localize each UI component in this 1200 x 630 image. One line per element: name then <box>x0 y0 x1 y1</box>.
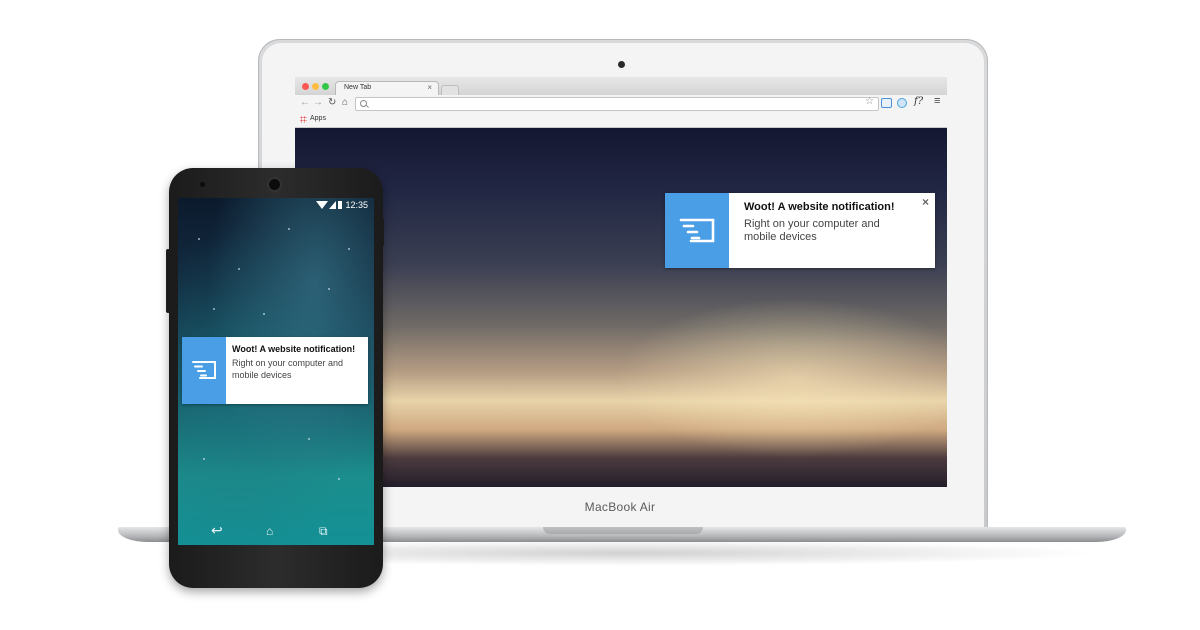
search-icon <box>360 100 367 107</box>
phone-front-camera <box>269 179 280 190</box>
apps-link[interactable]: Apps <box>310 115 326 122</box>
star <box>238 268 240 270</box>
new-tab-button[interactable] <box>441 85 459 95</box>
forward-arrow-icon[interactable]: → <box>313 97 323 109</box>
phone-sensor <box>200 182 205 187</box>
signal-icon <box>329 201 336 209</box>
bookmarks-bar: Apps <box>295 113 947 128</box>
menu-icon[interactable]: ≡ <box>934 95 940 107</box>
new-tab-page: Woot! A website notification! Right on y… <box>295 128 947 487</box>
extension-window-icon[interactable] <box>881 98 892 108</box>
star <box>308 438 310 440</box>
close-icon[interactable]: × <box>922 195 929 209</box>
star <box>338 478 340 480</box>
star <box>213 308 215 310</box>
laptop-hinge-notch <box>543 527 703 534</box>
mobile-notification[interactable]: Woot! A website notification! Right on y… <box>182 337 368 404</box>
star <box>348 248 350 250</box>
notification-title: Woot! A website notification! <box>744 201 895 213</box>
extension-cloud-icon[interactable] <box>897 98 907 108</box>
tab-title: New Tab <box>344 84 372 91</box>
home-icon[interactable]: ⌂ <box>342 97 348 109</box>
star <box>288 228 290 230</box>
recents-icon[interactable]: ⧉ <box>319 524 328 539</box>
battery-icon <box>338 201 342 209</box>
notification-icon-block <box>182 337 226 404</box>
notification-icon-block <box>665 193 729 268</box>
browser-toolbar: ← → ↻ ⌂ ☆ f? ≡ <box>295 95 947 113</box>
maximize-window-button[interactable] <box>322 83 329 90</box>
browser-window: New Tab × ← → ↻ ⌂ ☆ f? ≡ Apps Woot! A we… <box>295 77 947 487</box>
close-window-button[interactable] <box>302 83 309 90</box>
desktop-notification[interactable]: Woot! A website notification! Right on y… <box>665 193 935 268</box>
send-notification-icon <box>192 361 216 379</box>
notification-title: Woot! A website notification! <box>232 344 356 354</box>
notification-body: Right on your computer and mobile device… <box>744 218 880 243</box>
minimize-window-button[interactable] <box>312 83 319 90</box>
back-arrow-icon[interactable]: ← <box>300 97 310 109</box>
star <box>328 288 330 290</box>
send-notification-icon <box>679 218 715 243</box>
wallpaper-glow <box>615 298 947 458</box>
phone-status-bar: 12:35 <box>178 198 374 212</box>
reload-icon[interactable]: ↻ <box>328 97 336 109</box>
address-bar[interactable] <box>355 97 879 111</box>
back-arrow-icon[interactable]: ↩ <box>211 522 223 539</box>
star <box>198 238 200 240</box>
extension-f-icon[interactable]: f? <box>914 96 923 107</box>
star <box>203 458 205 460</box>
star <box>263 313 265 315</box>
tab-new-tab[interactable]: New Tab × <box>335 81 439 96</box>
browser-titlebar: New Tab × <box>295 77 947 96</box>
home-icon[interactable]: ⌂ <box>266 524 273 538</box>
apps-grid-icon <box>300 116 307 123</box>
bookmark-star-icon[interactable]: ☆ <box>865 96 874 108</box>
laptop-camera <box>618 61 625 68</box>
tab-close-icon[interactable]: × <box>427 83 432 92</box>
phone-screen: 12:35 Woot! A website notification! Righ… <box>178 198 374 545</box>
notification-body: Right on your computer and mobile device… <box>232 358 344 380</box>
laptop-brand-label: MacBook Air <box>584 500 656 514</box>
phone-nav-bar: ↩ ⌂ ⧉ <box>178 518 374 545</box>
wifi-icon <box>316 201 328 209</box>
status-time: 12:35 <box>345 200 368 210</box>
